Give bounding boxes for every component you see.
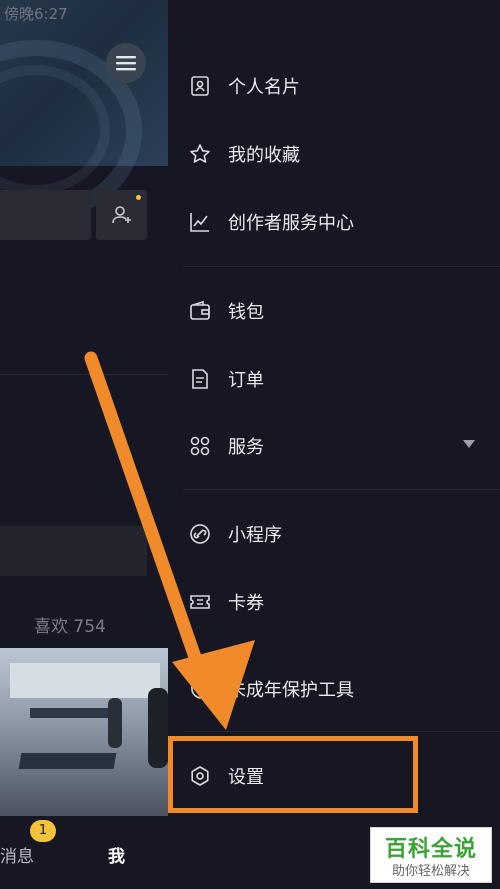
- drawer-item-label: 卡券: [228, 593, 264, 614]
- drawer-item-wallet[interactable]: 钱包: [188, 291, 488, 331]
- watermark-logo: 百科全说 助你轻松解决: [370, 827, 492, 883]
- settings-highlight-box: [168, 736, 418, 813]
- drawer-item-services[interactable]: 服务: [188, 426, 488, 466]
- video-thumbnail[interactable]: [0, 648, 168, 816]
- watermark-subtitle: 助你轻松解决: [391, 864, 470, 879]
- chevron-down-icon[interactable]: [463, 440, 475, 448]
- profile-section-bar[interactable]: [0, 526, 147, 576]
- drawer-item-favorites[interactable]: 我的收藏: [188, 134, 488, 174]
- link-icon: [188, 522, 212, 546]
- thumbnail-table: [30, 708, 110, 718]
- drawer-item-business-card[interactable]: 个人名片: [188, 66, 488, 106]
- drawer-item-orders[interactable]: 订单: [188, 359, 488, 399]
- drawer-item-label: 个人名片: [228, 77, 300, 98]
- shield-icon: [188, 677, 212, 701]
- drawer-divider: [183, 489, 500, 490]
- drawer-item-label: 未成年保护工具: [228, 680, 354, 701]
- id-card-icon: [188, 74, 212, 98]
- edit-profile-button[interactable]: [0, 190, 91, 240]
- drawer-item-label: 服务: [228, 437, 264, 458]
- likes-label: 喜欢 754: [34, 617, 106, 637]
- divider: [0, 374, 168, 375]
- thumbnail-person: [108, 698, 122, 748]
- drawer-item-minor-protection[interactable]: 未成年保护工具: [188, 669, 488, 709]
- drawer-item-label: 钱包: [228, 302, 264, 323]
- drawer-item-label: 订单: [228, 370, 264, 391]
- profile-page-background: 喜欢 754 消息 1 我: [0, 0, 168, 889]
- tab-message[interactable]: 消息: [0, 842, 34, 867]
- status-time: 傍晚6:27: [4, 5, 68, 23]
- profile-banner: [0, 0, 168, 222]
- thumbnail-table: [18, 753, 117, 769]
- drawer-divider: [183, 731, 500, 732]
- drawer-item-mini-programs[interactable]: 小程序: [188, 514, 488, 554]
- thumbnail-person: [148, 688, 168, 768]
- drawer-item-label: 我的收藏: [228, 145, 300, 166]
- drawer-divider: [183, 266, 500, 267]
- tab-me[interactable]: 我: [108, 842, 125, 867]
- grid-icon: [188, 434, 212, 458]
- menu-button[interactable]: [106, 43, 146, 83]
- drawer-item-label: 创作者服务中心: [228, 213, 354, 234]
- message-badge: 1: [30, 820, 56, 842]
- star-icon: [188, 142, 212, 166]
- notification-dot: [136, 195, 141, 200]
- drawer-item-creator-center[interactable]: 创作者服务中心: [188, 202, 488, 242]
- ticket-icon: [188, 590, 212, 614]
- document-icon: [188, 367, 212, 391]
- add-user-icon: [111, 206, 131, 224]
- drawer-item-coupons[interactable]: 卡券: [188, 582, 488, 622]
- wallet-icon: [188, 299, 212, 323]
- chart-icon: [188, 210, 212, 234]
- watermark-title: 百科全说: [384, 837, 477, 862]
- likes-tab[interactable]: 喜欢 754: [0, 612, 168, 637]
- hamburger-icon: [116, 56, 136, 71]
- drawer-item-label: 小程序: [228, 525, 282, 546]
- thumbnail-window: [10, 663, 160, 698]
